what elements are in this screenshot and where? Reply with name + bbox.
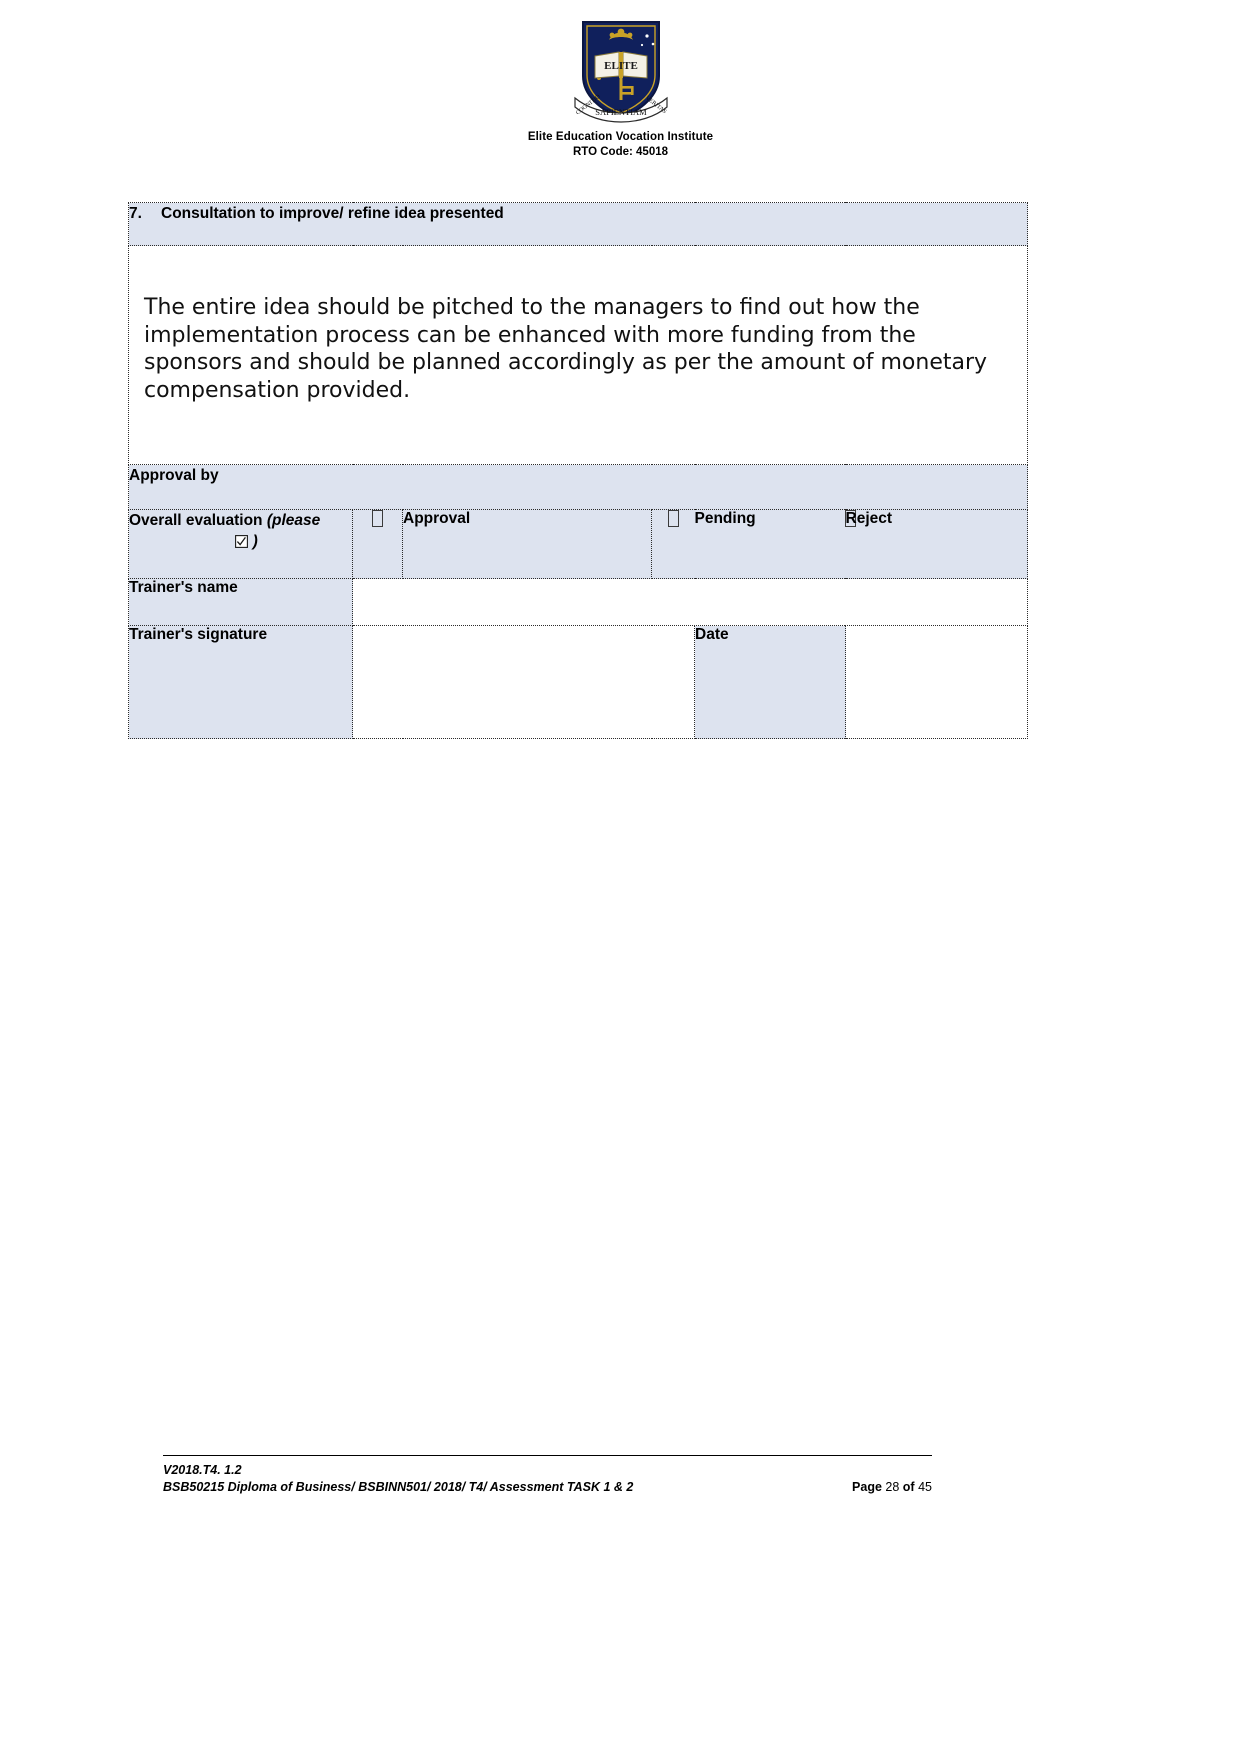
checked-box-icon bbox=[235, 533, 252, 550]
elite-crest-logo: ELITE SAPIENTIAM COGNITIO VERITAS bbox=[569, 14, 673, 126]
overall-evaluation-hint-close: ) bbox=[252, 533, 258, 550]
organization-name: Elite Education Vocation Institute bbox=[527, 131, 714, 143]
empty-checkbox-icon[interactable] bbox=[667, 510, 679, 527]
section-heading-cell: 7. Consultation to improve/ refine idea p… bbox=[127, 202, 1029, 246]
date-value[interactable] bbox=[844, 625, 1029, 739]
svg-text:ELITE: ELITE bbox=[604, 60, 638, 72]
trainer-name-label: Trainer's name bbox=[128, 578, 353, 626]
trainer-signature-label: Trainer's signature bbox=[128, 625, 353, 739]
overall-evaluation-text: Overall evaluation bbox=[129, 512, 263, 529]
reject-option-label: Reject bbox=[845, 509, 1029, 579]
trainer-name-row: Trainer's name bbox=[128, 578, 1029, 626]
footer-course-line: BSB50215 Diploma of Business/ BSBINN501/… bbox=[163, 1480, 634, 1494]
footer-page-number: 28 bbox=[885, 1480, 900, 1494]
section-number: 7. bbox=[129, 205, 142, 222]
footer-page-prefix: Page bbox=[852, 1480, 882, 1494]
trainer-name-value[interactable] bbox=[351, 578, 1029, 626]
document-footer: V2018.T4. 1.2 BSB50215 Diploma of Busine… bbox=[163, 1455, 932, 1496]
overall-evaluation-row: Overall evaluation (please ) Approval Pe… bbox=[128, 509, 1029, 579]
approval-option-label: Approval bbox=[402, 509, 652, 579]
footer-page-total: 45 bbox=[918, 1480, 932, 1494]
section-title: Consultation to improve/ refine idea pre… bbox=[161, 205, 504, 222]
footer-page-indicator: Page 28 of 45 bbox=[852, 1479, 932, 1496]
approval-by-heading: Approval by bbox=[127, 464, 1029, 510]
date-label: Date bbox=[694, 625, 846, 739]
footer-page-of: of bbox=[902, 1480, 915, 1494]
footer-divider bbox=[163, 1455, 932, 1456]
svg-text:SAPIENTIAM: SAPIENTIAM bbox=[595, 107, 647, 117]
overall-evaluation-label: Overall evaluation (please ) bbox=[128, 509, 353, 579]
empty-checkbox-icon[interactable] bbox=[372, 510, 383, 527]
trainer-signature-row: Trainer's signature Date bbox=[128, 625, 1029, 739]
footer-version: V2018.T4. 1.2 bbox=[163, 1463, 242, 1477]
overall-evaluation-hint-open: (please bbox=[266, 512, 321, 529]
answer-row: The entire idea should be pitched to the… bbox=[127, 245, 1029, 465]
document-header: ELITE SAPIENTIAM COGNITIO VERITAS Elite … bbox=[0, 14, 1241, 160]
answer-cell[interactable]: The entire idea should be pitched to the… bbox=[127, 245, 1029, 465]
answer-text: The entire idea should be pitched to the… bbox=[144, 295, 988, 403]
pending-option-label: Pending bbox=[694, 509, 845, 579]
trainer-signature-value[interactable] bbox=[352, 625, 695, 739]
approval-form-table: 7. Consultation to improve/ refine idea p… bbox=[127, 202, 1029, 739]
rto-code: RTO Code: 45018 bbox=[572, 146, 668, 158]
document-page: ELITE SAPIENTIAM COGNITIO VERITAS Elite … bbox=[0, 0, 1241, 1754]
approval-checkbox-cell[interactable] bbox=[352, 509, 403, 579]
approval-by-row: Approval by bbox=[127, 464, 1029, 510]
pending-checkbox-cell[interactable] bbox=[651, 509, 695, 579]
section-heading-row: 7. Consultation to improve/ refine idea p… bbox=[127, 202, 1029, 246]
